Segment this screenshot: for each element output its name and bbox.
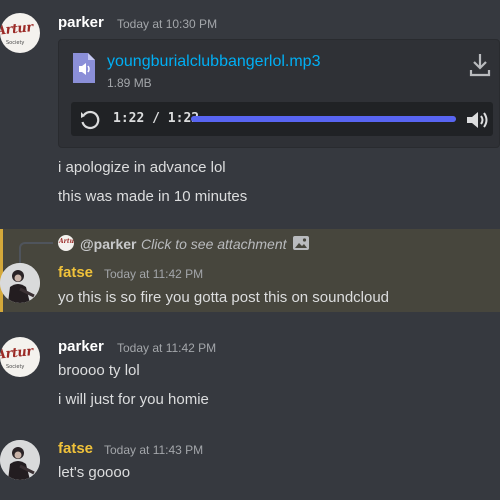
replay-icon[interactable] bbox=[79, 109, 101, 135]
timestamp: Today at 11:43 PM bbox=[104, 443, 204, 457]
avatar[interactable]: Artur Society bbox=[0, 13, 40, 53]
message-parker-1: Artur Society parker Today at 10:30 PM y… bbox=[0, 0, 500, 215]
progress-fill bbox=[191, 116, 456, 122]
message-text: broooo ty lol bbox=[58, 362, 140, 379]
timestamp: Today at 11:42 PM bbox=[117, 341, 217, 355]
author-name[interactable]: parker bbox=[58, 14, 104, 31]
timestamp: Today at 10:30 PM bbox=[117, 17, 218, 31]
message-text: i apologize in advance lol bbox=[58, 159, 226, 176]
avatar-logo-subtext: Society bbox=[6, 364, 25, 370]
message-text: i will just for you homie bbox=[58, 391, 209, 408]
timestamp: Today at 11:42 PM bbox=[104, 267, 204, 281]
author-name[interactable]: parker bbox=[58, 338, 104, 355]
message-text: let's goooo bbox=[58, 464, 131, 481]
reply-preview-text[interactable]: Click to see attachment bbox=[141, 236, 287, 252]
image-icon bbox=[292, 235, 310, 255]
avatar[interactable]: Artur Society bbox=[0, 337, 40, 377]
author-name[interactable]: fatse bbox=[58, 264, 93, 281]
download-icon[interactable] bbox=[469, 52, 491, 82]
reply-avatar[interactable]: Artur bbox=[58, 235, 74, 251]
message-text: yo this is so fire you gotta post this o… bbox=[58, 289, 390, 306]
progress-track[interactable] bbox=[191, 116, 456, 122]
playback-time: 1:22 / 1:22 bbox=[113, 111, 200, 126]
avatar-logo-text: Artur bbox=[0, 20, 34, 39]
author-name[interactable]: fatse bbox=[58, 440, 93, 457]
volume-icon[interactable] bbox=[465, 109, 489, 135]
avatar[interactable] bbox=[0, 440, 40, 480]
audio-attachment: youngburialclubbangerlol.mp3 1.89 MB 1:2… bbox=[58, 39, 500, 148]
avatar-logo-subtext: Society bbox=[6, 40, 25, 46]
reply-username[interactable]: @parker bbox=[80, 236, 136, 252]
file-name-link[interactable]: youngburialclubbangerlol.mp3 bbox=[107, 53, 320, 71]
message-text: this was made in 10 minutes bbox=[58, 188, 248, 205]
avatar[interactable] bbox=[0, 263, 40, 303]
file-size: 1.89 MB bbox=[107, 76, 152, 90]
audio-player: 1:22 / 1:22 bbox=[71, 102, 493, 136]
audio-file-icon bbox=[71, 51, 97, 89]
reply-connector bbox=[19, 242, 53, 264]
reply-avatar-logo: Artur bbox=[59, 238, 74, 245]
avatar-logo-text: Artur bbox=[0, 344, 34, 363]
